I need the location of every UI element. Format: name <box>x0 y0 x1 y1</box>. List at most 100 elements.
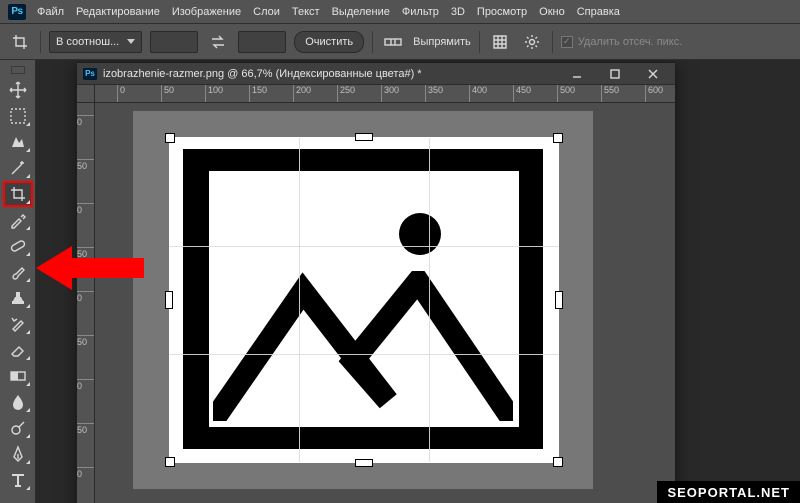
crop-handle-l[interactable] <box>165 291 173 309</box>
maximize-icon <box>609 68 621 80</box>
move-icon <box>9 81 27 99</box>
crop-settings-button[interactable] <box>520 31 544 53</box>
clone-stamp-tool[interactable] <box>4 286 32 310</box>
stamp-icon <box>9 289 27 307</box>
menu-window[interactable]: Окно <box>538 4 566 20</box>
menu-layer[interactable]: Слои <box>252 4 281 20</box>
crop-handle-b[interactable] <box>355 459 373 467</box>
menu-type[interactable]: Текст <box>291 4 321 20</box>
menu-view[interactable]: Просмотр <box>476 4 528 20</box>
document-titlebar[interactable]: Ps izobrazhenie-razmer.png @ 66,7% (Инде… <box>77 63 675 85</box>
ruler-tick: 0 <box>117 85 125 103</box>
ruler-tick: 50 <box>77 423 95 435</box>
gradient-tool[interactable] <box>4 364 32 388</box>
blur-tool[interactable] <box>4 390 32 414</box>
ruler-corner <box>77 85 95 103</box>
crop-handle-tl[interactable] <box>165 133 175 143</box>
crop-box[interactable] <box>170 138 558 462</box>
document-body: 0 50 100 150 200 250 300 350 400 450 500… <box>77 85 675 503</box>
brush-icon <box>9 263 27 281</box>
delete-cropped-checkbox[interactable]: Удалить отсеч. пикс. <box>561 36 683 48</box>
swap-icon <box>210 35 226 49</box>
ruler-tick: 550 <box>601 85 619 103</box>
eyedropper-tool[interactable] <box>4 208 32 232</box>
menu-file[interactable]: Файл <box>36 4 65 20</box>
ruler-tick: 150 <box>249 85 267 103</box>
eraser-tool[interactable] <box>4 338 32 362</box>
crop-grid-line <box>170 246 558 247</box>
aspect-ratio-value: В соотнош... <box>56 36 119 48</box>
type-icon <box>9 471 27 489</box>
current-tool-indicator[interactable] <box>8 30 32 54</box>
crop-tool[interactable] <box>4 182 32 206</box>
close-icon <box>647 68 659 80</box>
aspect-ratio-dropdown[interactable]: В соотнош... <box>49 31 142 53</box>
ruler-tick: 450 <box>513 85 531 103</box>
height-input[interactable] <box>238 31 286 53</box>
marquee-tool[interactable] <box>4 104 32 128</box>
crop-icon <box>11 33 29 51</box>
document-title: izobrazhenie-razmer.png @ 66,7% (Индекси… <box>103 68 555 80</box>
ruler-tick: 0 <box>77 467 95 479</box>
close-button[interactable] <box>637 65 669 83</box>
straighten-tool-button[interactable] <box>381 31 405 53</box>
separator <box>40 31 41 53</box>
ruler-tick: 300 <box>381 85 399 103</box>
canvas-viewport[interactable] <box>95 103 675 503</box>
crop-handle-bl[interactable] <box>165 457 175 467</box>
dodge-tool[interactable] <box>4 416 32 440</box>
ruler-tick: 200 <box>293 85 311 103</box>
wand-icon <box>9 159 27 177</box>
ruler-tick: 0 <box>77 115 95 127</box>
swap-dimensions-button[interactable] <box>206 31 230 53</box>
history-brush-tool[interactable] <box>4 312 32 336</box>
clear-button[interactable]: Очистить <box>294 31 364 53</box>
overlay-options-button[interactable] <box>488 31 512 53</box>
menu-help[interactable]: Справка <box>576 4 621 20</box>
clear-label: Очистить <box>305 36 353 48</box>
menu-image[interactable]: Изображение <box>171 4 242 20</box>
magic-wand-tool[interactable] <box>4 156 32 180</box>
vertical-ruler[interactable]: 0 50 0 50 0 50 0 50 0 <box>77 103 95 503</box>
gear-icon <box>524 34 540 50</box>
ruler-tick: 50 <box>77 335 95 347</box>
toolbox-expander[interactable] <box>11 66 25 74</box>
menu-filter[interactable]: Фильтр <box>401 4 440 20</box>
move-tool[interactable] <box>4 78 32 102</box>
width-input[interactable] <box>150 31 198 53</box>
menu-select[interactable]: Выделение <box>331 4 391 20</box>
menu-3d[interactable]: 3D <box>450 4 466 20</box>
ruler-tick: 400 <box>469 85 487 103</box>
crop-handle-tr[interactable] <box>553 133 563 143</box>
main-area: Ps izobrazhenie-razmer.png @ 66,7% (Инде… <box>0 60 800 503</box>
eraser-icon <box>9 341 27 359</box>
minimize-button[interactable] <box>561 65 593 83</box>
workspace: Ps izobrazhenie-razmer.png @ 66,7% (Инде… <box>36 60 800 503</box>
app-logo: Ps <box>8 4 26 20</box>
healing-brush-tool[interactable] <box>4 234 32 258</box>
ruler-tick: 50 <box>77 247 95 259</box>
horizontal-ruler[interactable]: 0 50 100 150 200 250 300 350 400 450 500… <box>95 85 675 103</box>
separator <box>372 31 373 53</box>
dodge-icon <box>9 419 27 437</box>
pen-tool[interactable] <box>4 442 32 466</box>
maximize-button[interactable] <box>599 65 631 83</box>
gradient-icon <box>9 367 27 385</box>
ruler-tick: 50 <box>77 159 95 171</box>
menu-bar: Ps Файл Редактирование Изображение Слои … <box>0 0 800 24</box>
menu-edit[interactable]: Редактирование <box>75 4 161 20</box>
options-bar: В соотнош... Очистить Выпрямить Удалить … <box>0 24 800 60</box>
brush-tool[interactable] <box>4 260 32 284</box>
minimize-icon <box>571 68 583 80</box>
ruler-tick: 250 <box>337 85 355 103</box>
lasso-tool[interactable] <box>4 130 32 154</box>
crop-grid-line <box>170 354 558 355</box>
crop-handle-r[interactable] <box>555 291 563 309</box>
history-brush-icon <box>9 315 27 333</box>
separator <box>479 31 480 53</box>
type-tool[interactable] <box>4 468 32 492</box>
ruler-tick: 0 <box>77 203 95 215</box>
crop-handle-br[interactable] <box>553 457 563 467</box>
pen-icon <box>9 445 27 463</box>
crop-handle-t[interactable] <box>355 133 373 141</box>
